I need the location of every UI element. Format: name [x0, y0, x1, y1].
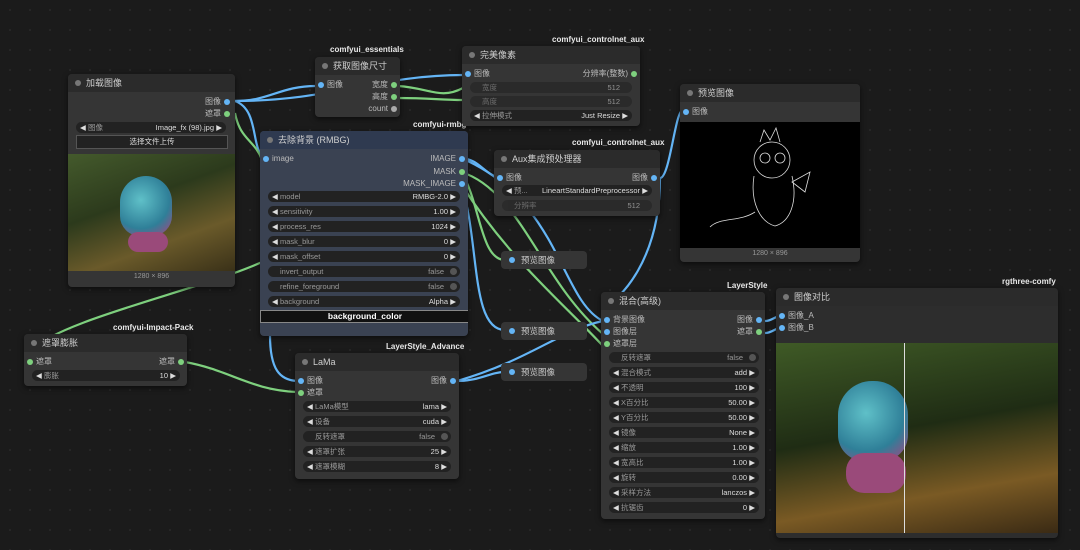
output-mask[interactable]: 遮罩 [737, 326, 765, 338]
process-res-widget[interactable]: ◀ process_res 1024 ▶ [268, 221, 460, 232]
node-title: 图像对比 [776, 288, 1058, 306]
mask-offset-widget[interactable]: ◀ mask_offset 0 ▶ [268, 251, 460, 262]
input-image-b[interactable]: 图像_B [776, 322, 814, 334]
resize-mode-select[interactable]: ◀ 拉伸模式 Just Resize ▶ [470, 110, 632, 121]
background-select[interactable]: ◀ background Alpha ▶ [268, 296, 460, 307]
input-image-a[interactable]: 图像_A [776, 310, 814, 322]
tag-controlnet-aux: comfyui_controlnet_aux [552, 35, 645, 44]
aux-preprocessor-node[interactable]: Aux集成预处理器 图像 图像 ◀ 预... LineartStandardPrep… [494, 150, 660, 216]
lineart-preview [680, 122, 860, 248]
resolution-widget[interactable]: 分辨率 512 [502, 200, 652, 211]
rotate-widget[interactable]: ◀ 旋转 0.00 ▶ [609, 472, 759, 483]
refine-foreground-toggle[interactable]: refine_foreground false [268, 281, 460, 292]
tag-layerstyle: LayerStyle [727, 281, 768, 290]
input-image[interactable]: 图像 [315, 79, 343, 91]
expand-widget[interactable]: ◀ 膨胀 10 ▶ [32, 370, 180, 381]
load-image-node[interactable]: 加载图像 图像 遮罩 ◀ 图像 Image_fx (98).jpg ▶ 选择文件上传 … [68, 74, 235, 287]
input-layer-mask[interactable]: 遮罩层 [601, 338, 637, 350]
mask-grow-widget[interactable]: ◀ 遮罩扩张 25 ▶ [303, 446, 451, 457]
input-image[interactable]: 图像 [494, 172, 522, 184]
sampling-method-select[interactable]: ◀ 采样方法 lanczos ▶ [609, 487, 759, 498]
lama-node[interactable]: LaMa 图像 遮罩 图像 ◀ LaMa模型 lama ▶ ◀ 设备 cuda ▶ 反转遮罩… [295, 353, 459, 479]
tag-controlnet-aux-2: comfyui_controlnet_aux [572, 138, 665, 147]
x-percent-widget[interactable]: ◀ X百分比 50.00 ▶ [609, 397, 759, 408]
compare-image [776, 343, 1058, 533]
node-title: Aux集成预处理器 [494, 150, 660, 168]
antialias-widget[interactable]: ◀ 抗锯齿 0 ▶ [609, 502, 759, 513]
node-title: LaMa [295, 353, 459, 371]
model-select[interactable]: ◀ model RMBG-2.0 ▶ [268, 191, 460, 202]
preview-image [68, 154, 235, 271]
perfect-pixel-node[interactable]: 完美像素 图像 分辨率(整数) 宽度 512 高度 512 ◀ 拉伸模式 Just Re… [462, 46, 640, 126]
upload-button[interactable]: 选择文件上传 [76, 135, 228, 149]
output-image[interactable]: 图像 [205, 96, 233, 108]
node-title: 预览图像 [680, 84, 860, 102]
output-width[interactable]: 宽度 [372, 79, 400, 91]
node-title: 完美像素 [462, 46, 640, 64]
lineart-drawing [709, 126, 811, 228]
input-mask[interactable]: 遮罩 [24, 356, 52, 368]
preview-image-collapsed-c[interactable]: 预览图像 [501, 363, 587, 381]
preprocessor-select[interactable]: ◀ 预... LineartStandardPreprocessor ▶ [502, 185, 652, 196]
socket-dot-icon [224, 98, 230, 105]
socket-dot-icon [224, 110, 230, 117]
preview-image-collapsed-b[interactable]: 预览图像 [501, 322, 587, 340]
input-layer[interactable]: 图像层 [601, 326, 637, 338]
mask-blur-widget[interactable]: ◀ 遮罩模糊 8 ▶ [303, 461, 451, 472]
background-color-widget[interactable]: background_color [260, 310, 468, 323]
node-title: 混合(高级) [601, 292, 765, 310]
remove-background-node[interactable]: 去除背景 (RMBG) image IMAGE MASK MASK_IMAGE … [260, 131, 468, 336]
output-image[interactable]: 图像 [737, 314, 765, 326]
preview-image-collapsed-a[interactable]: 预览图像 [501, 251, 587, 269]
lama-model-select[interactable]: ◀ LaMa模型 lama ▶ [303, 401, 451, 412]
output-mask-image[interactable]: MASK_IMAGE [403, 178, 468, 190]
y-percent-widget[interactable]: ◀ Y百分比 50.00 ▶ [609, 412, 759, 423]
input-image[interactable]: 图像 [295, 375, 323, 387]
mask-grow-node[interactable]: 遮罩膨胀 遮罩 遮罩 ◀ 膨胀 10 ▶ [24, 334, 187, 386]
output-count[interactable]: count [368, 103, 400, 115]
image-size-caption: 1280 × 896 [133, 273, 170, 280]
aspect-ratio-widget[interactable]: ◀ 宽高比 1.00 ▶ [609, 457, 759, 468]
tag-impact: comfyui-Impact-Pack [113, 323, 194, 332]
output-image[interactable]: IMAGE [430, 153, 468, 165]
tag-essentials: comfyui_essentials [330, 45, 404, 54]
input-image[interactable]: image [260, 153, 294, 165]
tag-layerstyle-advance: LayerStyle_Advance [386, 342, 465, 351]
node-title: 获取图像尺寸 [315, 57, 400, 75]
invert-output-toggle[interactable]: invert_output false [268, 266, 460, 277]
output-height[interactable]: 高度 [372, 91, 400, 103]
input-image[interactable]: 图像 [462, 68, 490, 80]
image-size-caption: 1280 × 896 [752, 250, 788, 257]
image-compare-node[interactable]: 图像对比 图像_A 图像_B [776, 288, 1058, 538]
get-image-size-node[interactable]: 获取图像尺寸 图像 宽度 高度 count [315, 57, 400, 117]
node-title: 去除背景 (RMBG) [260, 131, 468, 149]
invert-mask-toggle[interactable]: 反转遮罩 false [303, 431, 451, 442]
output-mask[interactable]: 遮罩 [159, 356, 187, 368]
node-title: 加载图像 [68, 74, 235, 92]
output-image[interactable]: 图像 [632, 172, 660, 184]
node-title: 遮罩膨胀 [24, 334, 187, 352]
blend-advanced-node[interactable]: 混合(高级) 背景图像 图像层 遮罩层 图像 遮罩 反转遮罩 false ◀ 混合模… [601, 292, 765, 519]
scale-widget[interactable]: ◀ 缩放 1.00 ▶ [609, 442, 759, 453]
output-resolution[interactable]: 分辨率(整数) [583, 68, 640, 80]
device-select[interactable]: ◀ 设备 cuda ▶ [303, 416, 451, 427]
input-background[interactable]: 背景图像 [601, 314, 645, 326]
mirror-select[interactable]: ◀ 镜像 None ▶ [609, 427, 759, 438]
tag-rmbg: comfyui-rmbg [413, 120, 467, 129]
height-widget[interactable]: 高度 512 [470, 96, 632, 107]
width-widget[interactable]: 宽度 512 [470, 82, 632, 93]
output-mask[interactable]: 遮罩 [205, 108, 233, 120]
image-select[interactable]: ◀ 图像 Image_fx (98).jpg ▶ [76, 122, 226, 133]
preview-image-node[interactable]: 预览图像 图像 1280 × 896 [680, 84, 860, 262]
sensitivity-widget[interactable]: ◀ sensitivity 1.00 ▶ [268, 206, 460, 217]
output-image[interactable]: 图像 [431, 375, 459, 387]
input-image[interactable]: 图像 [680, 106, 708, 118]
output-mask[interactable]: MASK [433, 166, 468, 178]
blend-mode-select[interactable]: ◀ 混合模式 add ▶ [609, 367, 759, 378]
input-mask[interactable]: 遮罩 [295, 387, 323, 399]
opacity-widget[interactable]: ◀ 不透明 100 ▶ [609, 382, 759, 393]
mask-blur-widget[interactable]: ◀ mask_blur 0 ▶ [268, 236, 460, 247]
invert-mask-toggle[interactable]: 反转遮罩 false [609, 352, 759, 363]
tag-rgthree: rgthree-comfy [1002, 277, 1056, 286]
